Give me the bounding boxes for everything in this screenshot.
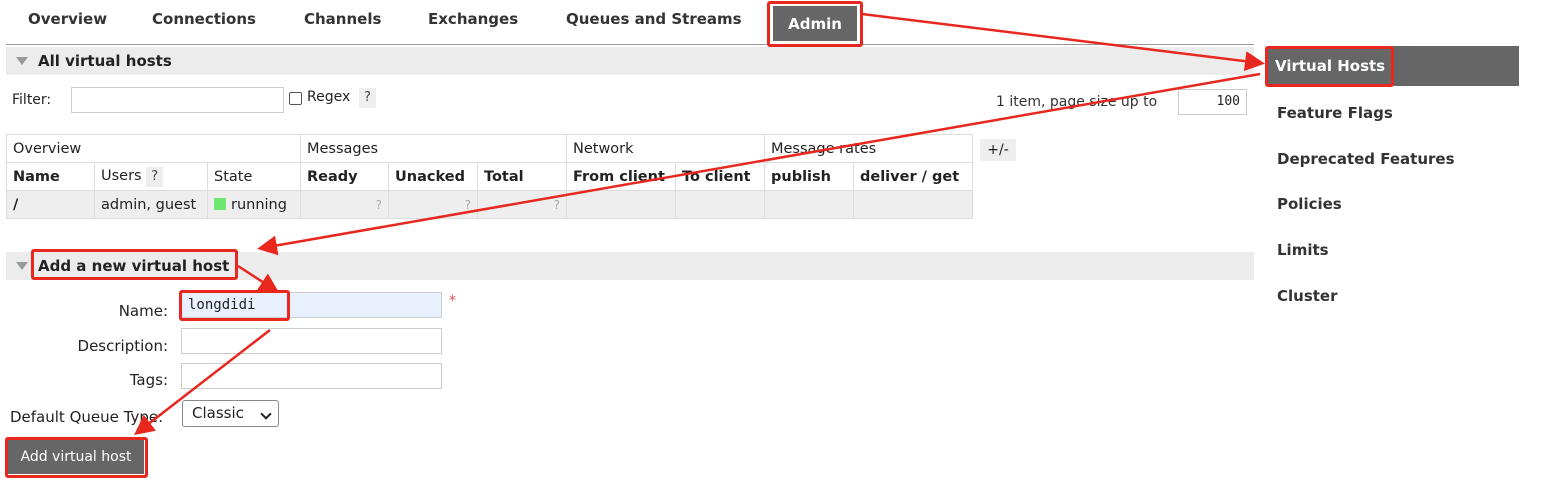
annotation-arrows (134, 12, 1265, 436)
arrow-admin-to-virtual-hosts (861, 12, 1265, 72)
arrow-name-to-add-button (134, 329, 271, 436)
arrow-virtual-hosts-to-add-section (257, 72, 1261, 256)
arrow-add-section-to-name (237, 264, 280, 293)
